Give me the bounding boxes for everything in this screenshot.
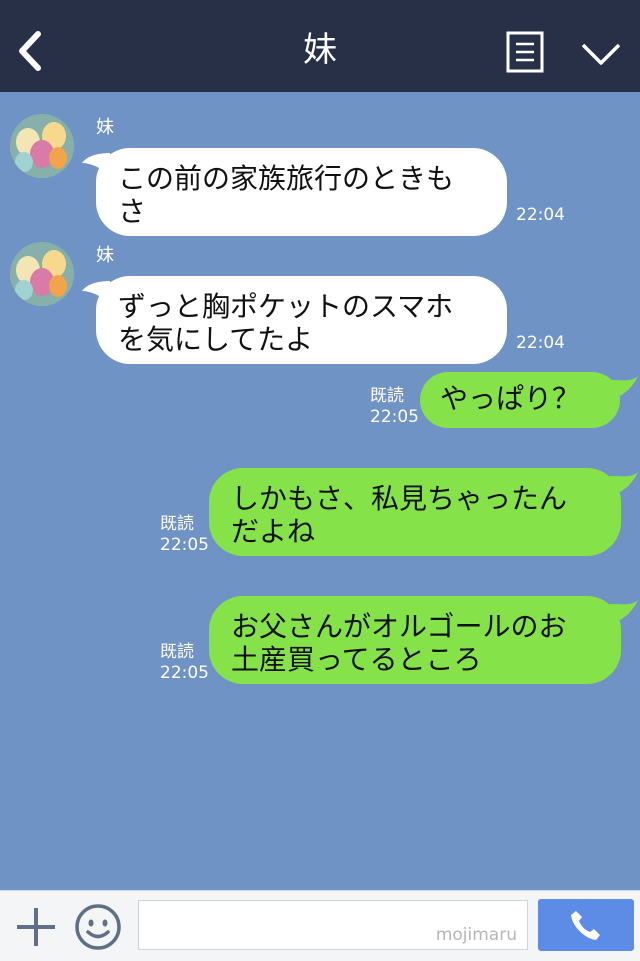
smile-icon[interactable]	[74, 903, 122, 951]
message-time: 22:04	[516, 333, 565, 353]
call-button[interactable]	[538, 899, 634, 951]
chat-header: 妹	[0, 0, 640, 92]
bubble-tail	[610, 472, 638, 496]
chat-area[interactable]: 妹 この前の家族旅行のときも さ 22:04 妹 ずっと胸ポケットのスマホ を気…	[0, 92, 640, 890]
message-line: やっぱり？	[440, 382, 581, 415]
message-line: ずっと胸ポケットのスマホ	[118, 290, 454, 323]
message-line: しかもさ、私見ちゃったん	[231, 482, 568, 515]
input-bar: mojimaru	[0, 890, 640, 961]
message-line: お父さんがオルゴールのお	[231, 610, 567, 643]
message-bubble[interactable]: ずっと胸ポケットのスマホ を気にしてたよ	[96, 276, 507, 364]
phone-icon	[571, 911, 600, 940]
read-receipt: 既読	[160, 642, 194, 662]
balloons-icon	[10, 114, 74, 178]
watermark: mojimaru	[435, 925, 517, 945]
message-bubble[interactable]: やっぱり？	[420, 372, 620, 428]
sender-name: 妹	[96, 245, 114, 266]
bubble-tail	[610, 376, 638, 400]
message-time: 22:05	[160, 663, 209, 683]
message-line: さ	[118, 195, 147, 228]
message-line: だよね	[231, 515, 316, 548]
message-time: 22:04	[516, 205, 565, 225]
read-receipt: 既読	[370, 386, 404, 406]
balloons-icon	[10, 242, 74, 306]
message-line: 土産買ってるところ	[231, 643, 482, 676]
message-line: を気にしてたよ	[118, 323, 314, 356]
avatar[interactable]	[10, 114, 74, 178]
message-bubble[interactable]: この前の家族旅行のときも さ	[96, 148, 507, 236]
message-time: 22:05	[160, 535, 209, 555]
message-bubble[interactable]: しかもさ、私見ちゃったん だよね	[209, 468, 621, 556]
menu-icon[interactable]	[506, 31, 544, 73]
chat-title: 妹	[303, 30, 337, 70]
bubble-tail	[610, 600, 638, 624]
avatar[interactable]	[10, 242, 74, 306]
read-receipt: 既読	[160, 514, 194, 534]
sender-name: 妹	[96, 117, 114, 138]
message-bubble[interactable]: お父さんがオルゴールのお 土産買ってるところ	[209, 596, 621, 684]
message-time: 22:05	[370, 407, 419, 427]
message-input[interactable]: mojimaru	[138, 900, 528, 950]
message-line: この前の家族旅行のときも	[118, 162, 455, 195]
chevron-down-icon[interactable]	[580, 40, 622, 68]
plus-icon[interactable]	[14, 905, 58, 949]
